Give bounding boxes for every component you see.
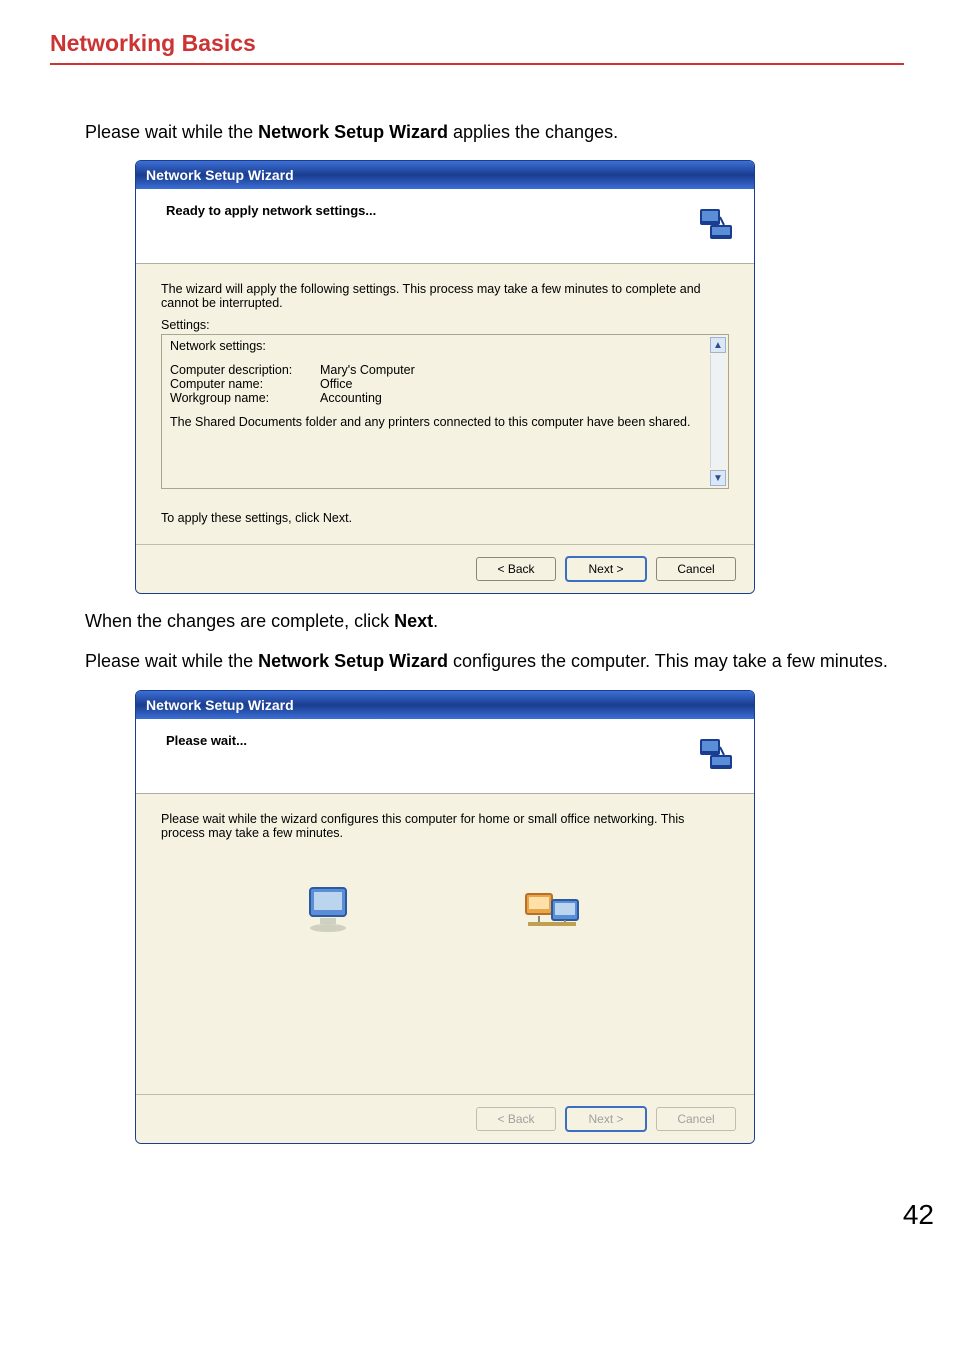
mid-paragraph-1: When the changes are complete, click Nex…	[85, 609, 904, 634]
dialog-titlebar: Network Setup Wizard	[136, 161, 754, 189]
network-wizard-icon	[696, 203, 736, 243]
dialog-body: Please wait while the wizard configures …	[136, 794, 754, 1094]
shared-text: The Shared Documents folder and any prin…	[170, 415, 708, 429]
kv-key: Workgroup name:	[170, 391, 320, 405]
wizard-dialog-1: Network Setup Wizard Ready to apply netw…	[135, 160, 755, 594]
dialog-button-row: < Back Next > Cancel	[136, 1094, 754, 1143]
mid-paragraph-2: Please wait while the Network Setup Wiza…	[85, 649, 904, 674]
scroll-up-icon[interactable]: ▲	[710, 337, 726, 353]
network-wizard-icon	[696, 733, 736, 773]
dialog-subtitle: Ready to apply network settings...	[166, 203, 376, 218]
intro-paragraph-1: Please wait while the Network Setup Wiza…	[85, 120, 904, 145]
text: Please wait while the	[85, 122, 258, 142]
kv-value: Office	[320, 377, 352, 391]
dialog-header: Ready to apply network settings...	[136, 189, 754, 264]
kv-value: Mary's Computer	[320, 363, 415, 377]
dialog-button-row: < Back Next > Cancel	[136, 544, 754, 593]
dialog-intro-text: The wizard will apply the following sett…	[161, 282, 729, 310]
icon-row	[161, 880, 729, 940]
next-button[interactable]: Next >	[566, 557, 646, 581]
cancel-button: Cancel	[656, 1107, 736, 1131]
kv-value: Accounting	[320, 391, 382, 405]
text: Please wait while the	[85, 651, 258, 671]
computer-icon	[298, 880, 358, 940]
bold-text: Next	[394, 611, 433, 631]
cancel-button[interactable]: Cancel	[656, 557, 736, 581]
dialog-titlebar: Network Setup Wizard	[136, 691, 754, 719]
bold-text: Network Setup Wizard	[258, 651, 448, 671]
settings-textbox[interactable]: Network settings: Computer description: …	[161, 334, 729, 489]
text: applies the changes.	[448, 122, 618, 142]
scrollbar-track[interactable]	[710, 355, 726, 468]
kv-row: Computer name: Office	[170, 377, 708, 391]
kv-row: Workgroup name: Accounting	[170, 391, 708, 405]
section-title: Networking Basics	[50, 30, 904, 57]
dialog-wait-text: Please wait while the wizard configures …	[161, 812, 729, 840]
kv-key: Computer name:	[170, 377, 320, 391]
back-button[interactable]: < Back	[476, 557, 556, 581]
text: When the changes are complete, click	[85, 611, 394, 631]
section-divider	[50, 63, 904, 65]
dialog-body: The wizard will apply the following sett…	[136, 264, 754, 544]
page-number: 42	[0, 1184, 954, 1241]
kv-key: Computer description:	[170, 363, 320, 377]
wizard-dialog-2: Network Setup Wizard Please wait... Plea…	[135, 690, 755, 1144]
dialog-subtitle: Please wait...	[166, 733, 247, 748]
scroll-down-icon[interactable]: ▼	[710, 470, 726, 486]
text: configures the computer. This may take a…	[448, 651, 888, 671]
back-button: < Back	[476, 1107, 556, 1131]
settings-label: Settings:	[161, 318, 729, 332]
apply-instruction: To apply these settings, click Next.	[161, 511, 729, 525]
settings-heading: Network settings:	[170, 339, 708, 353]
kv-row: Computer description: Mary's Computer	[170, 363, 708, 377]
dialog-header: Please wait...	[136, 719, 754, 794]
network-computers-icon	[512, 880, 592, 940]
text: .	[433, 611, 438, 631]
next-button: Next >	[566, 1107, 646, 1131]
bold-text: Network Setup Wizard	[258, 122, 448, 142]
